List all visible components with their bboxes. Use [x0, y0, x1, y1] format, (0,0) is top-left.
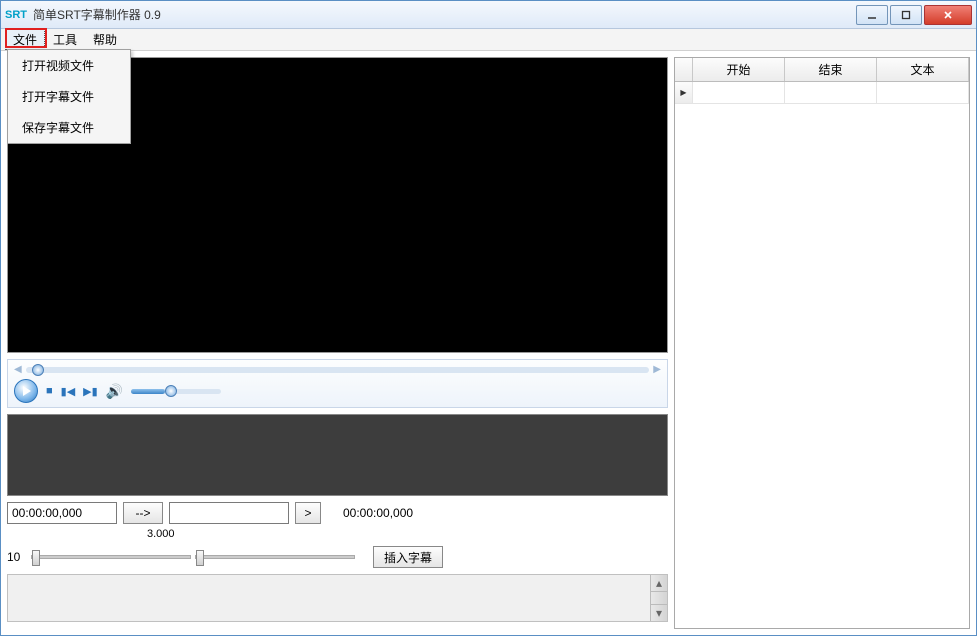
- menu-open-video[interactable]: 打开视频文件: [8, 50, 130, 81]
- grid-header-rowselect: [675, 58, 693, 81]
- set-range-button[interactable]: -->: [123, 502, 163, 524]
- current-time-display: 00:00:00,000: [343, 506, 413, 520]
- scale-label: 10: [7, 550, 27, 564]
- title-bar: SRT 简单SRT字幕制作器 0.9: [1, 1, 976, 29]
- scroll-up-icon[interactable]: ▴: [651, 575, 667, 592]
- seek-slider[interactable]: [26, 367, 650, 373]
- seek-fwd-icon[interactable]: ▶: [653, 364, 661, 375]
- vertical-scrollbar[interactable]: ▴ ▾: [650, 575, 667, 621]
- subtitle-grid[interactable]: 开始 结束 文本: [674, 57, 970, 629]
- row-indicator-icon: [675, 82, 693, 103]
- grid-header-end[interactable]: 结束: [785, 58, 877, 81]
- menu-save-subtitle[interactable]: 保存字幕文件: [8, 112, 130, 143]
- scroll-down-icon[interactable]: ▾: [651, 604, 667, 621]
- volume-slider[interactable]: [131, 389, 221, 394]
- end-time-input[interactable]: [169, 502, 289, 524]
- next-button[interactable]: ▶▮: [83, 385, 98, 398]
- prev-button[interactable]: ▮◀: [61, 385, 76, 398]
- maximize-button[interactable]: [890, 5, 922, 25]
- minimize-button[interactable]: [856, 5, 888, 25]
- scale-slider-2[interactable]: [195, 555, 355, 559]
- menu-file[interactable]: 文件: [5, 29, 45, 50]
- menu-open-subtitle[interactable]: 打开字幕文件: [8, 81, 130, 112]
- start-time-input[interactable]: [7, 502, 117, 524]
- scale-slider-1[interactable]: [31, 555, 191, 559]
- menu-bar: 文件 工具 帮助: [1, 29, 976, 51]
- stop-button[interactable]: ■: [46, 385, 53, 397]
- volume-icon[interactable]: 🔊: [106, 383, 123, 400]
- menu-tool[interactable]: 工具: [45, 29, 85, 50]
- app-icon: SRT: [5, 9, 27, 21]
- grid-header-start[interactable]: 开始: [693, 58, 785, 81]
- grid-header-text[interactable]: 文本: [877, 58, 969, 81]
- offset-value: 3.000: [147, 528, 668, 540]
- table-row[interactable]: [675, 82, 969, 104]
- seek-back-icon[interactable]: ◀: [14, 364, 22, 375]
- waveform-panel: [7, 414, 668, 496]
- player-controls: ◀ ▶ ■ ▮◀ ▶▮ 🔊: [7, 359, 668, 408]
- file-menu-dropdown: 打开视频文件 打开字幕文件 保存字幕文件: [7, 49, 131, 144]
- close-button[interactable]: [924, 5, 972, 25]
- menu-help[interactable]: 帮助: [85, 29, 125, 50]
- subtitle-list-panel: ▴ ▾: [7, 574, 668, 622]
- play-button[interactable]: [14, 379, 38, 403]
- window-title: 简单SRT字幕制作器 0.9: [33, 6, 161, 23]
- go-button[interactable]: >: [295, 502, 321, 524]
- insert-subtitle-button[interactable]: 插入字幕: [373, 546, 443, 568]
